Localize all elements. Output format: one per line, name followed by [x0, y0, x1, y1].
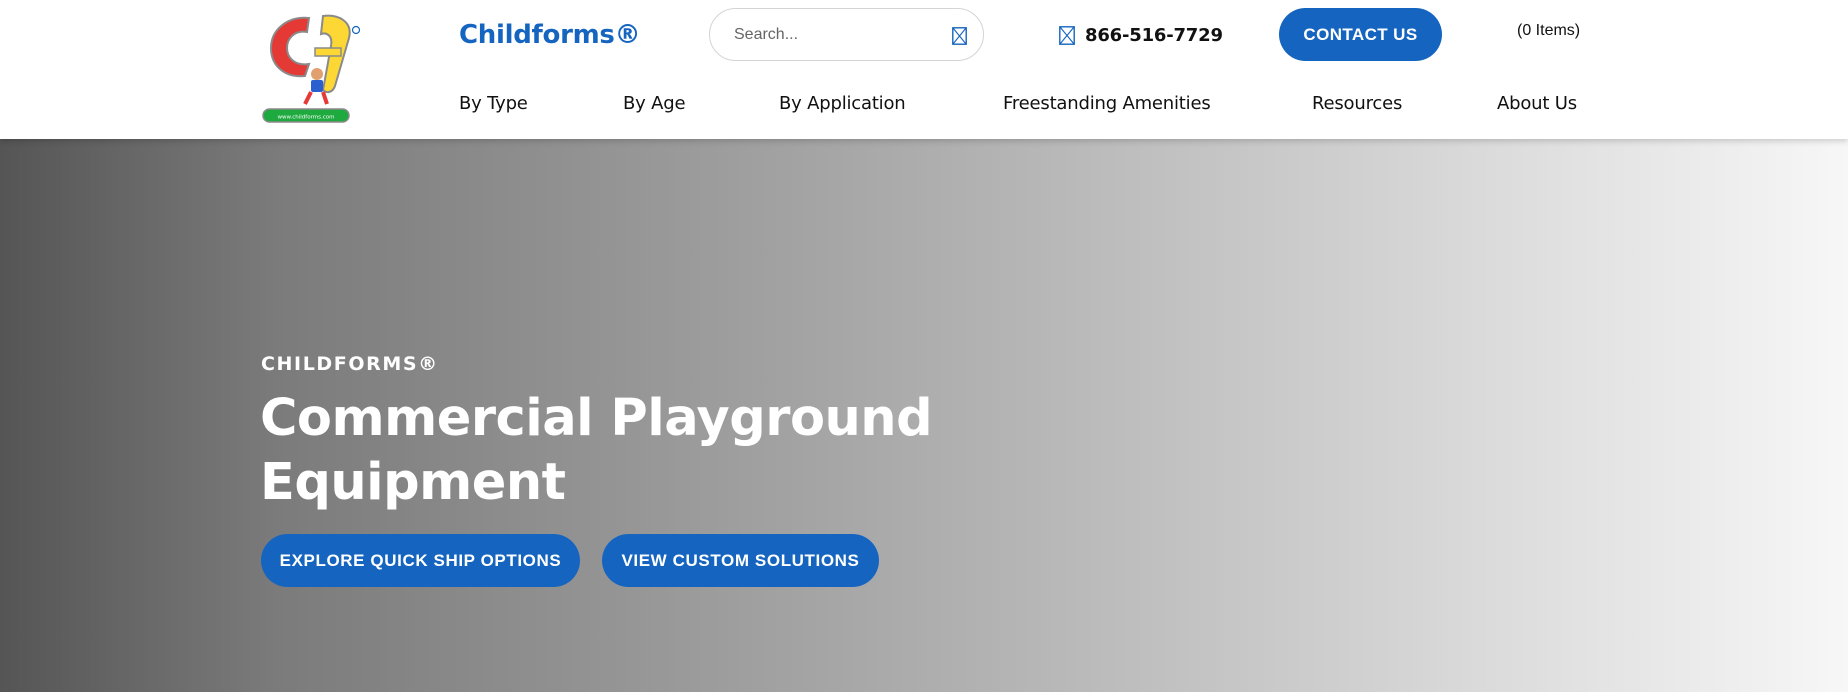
nav-by-age[interactable]: By Age [623, 92, 686, 116]
nav-about-us[interactable]: About Us [1497, 92, 1577, 116]
phone-link[interactable]: 866-516-7729 [1059, 20, 1223, 50]
search-box [709, 8, 984, 61]
brand-name[interactable]: Childforms® [459, 18, 641, 52]
view-custom-solutions-button[interactable]: VIEW CUSTOM SOLUTIONS [602, 534, 879, 587]
search-icon[interactable] [952, 27, 967, 45]
nav-resources[interactable]: Resources [1312, 92, 1402, 116]
phone-number: 866-516-7729 [1085, 24, 1223, 46]
phone-icon [1059, 25, 1075, 45]
search-input[interactable] [734, 9, 934, 60]
hero-section: CHILDFORMS® Commercial Playground Equipm… [0, 139, 1848, 692]
hero-title-line2: Equipment [260, 453, 566, 512]
main-nav: By Type By Age By Application Freestandi… [0, 92, 1848, 118]
hero-title-line1: Commercial Playground [260, 389, 933, 448]
nav-by-type[interactable]: By Type [459, 92, 528, 116]
hero-title: Commercial Playground Equipment [260, 387, 1020, 515]
nav-by-application[interactable]: By Application [779, 92, 906, 116]
hero-eyebrow: CHILDFORMS® [261, 353, 439, 375]
explore-quick-ship-button[interactable]: EXPLORE QUICK SHIP OPTIONS [261, 534, 580, 587]
contact-us-button[interactable]: CONTACT US [1279, 8, 1442, 61]
cart-link[interactable]: (0 Items) [1517, 22, 1580, 40]
site-header: www.childforms.com Childforms® 866-516-7… [0, 0, 1848, 139]
nav-freestanding-amenities[interactable]: Freestanding Amenities [1003, 92, 1211, 116]
